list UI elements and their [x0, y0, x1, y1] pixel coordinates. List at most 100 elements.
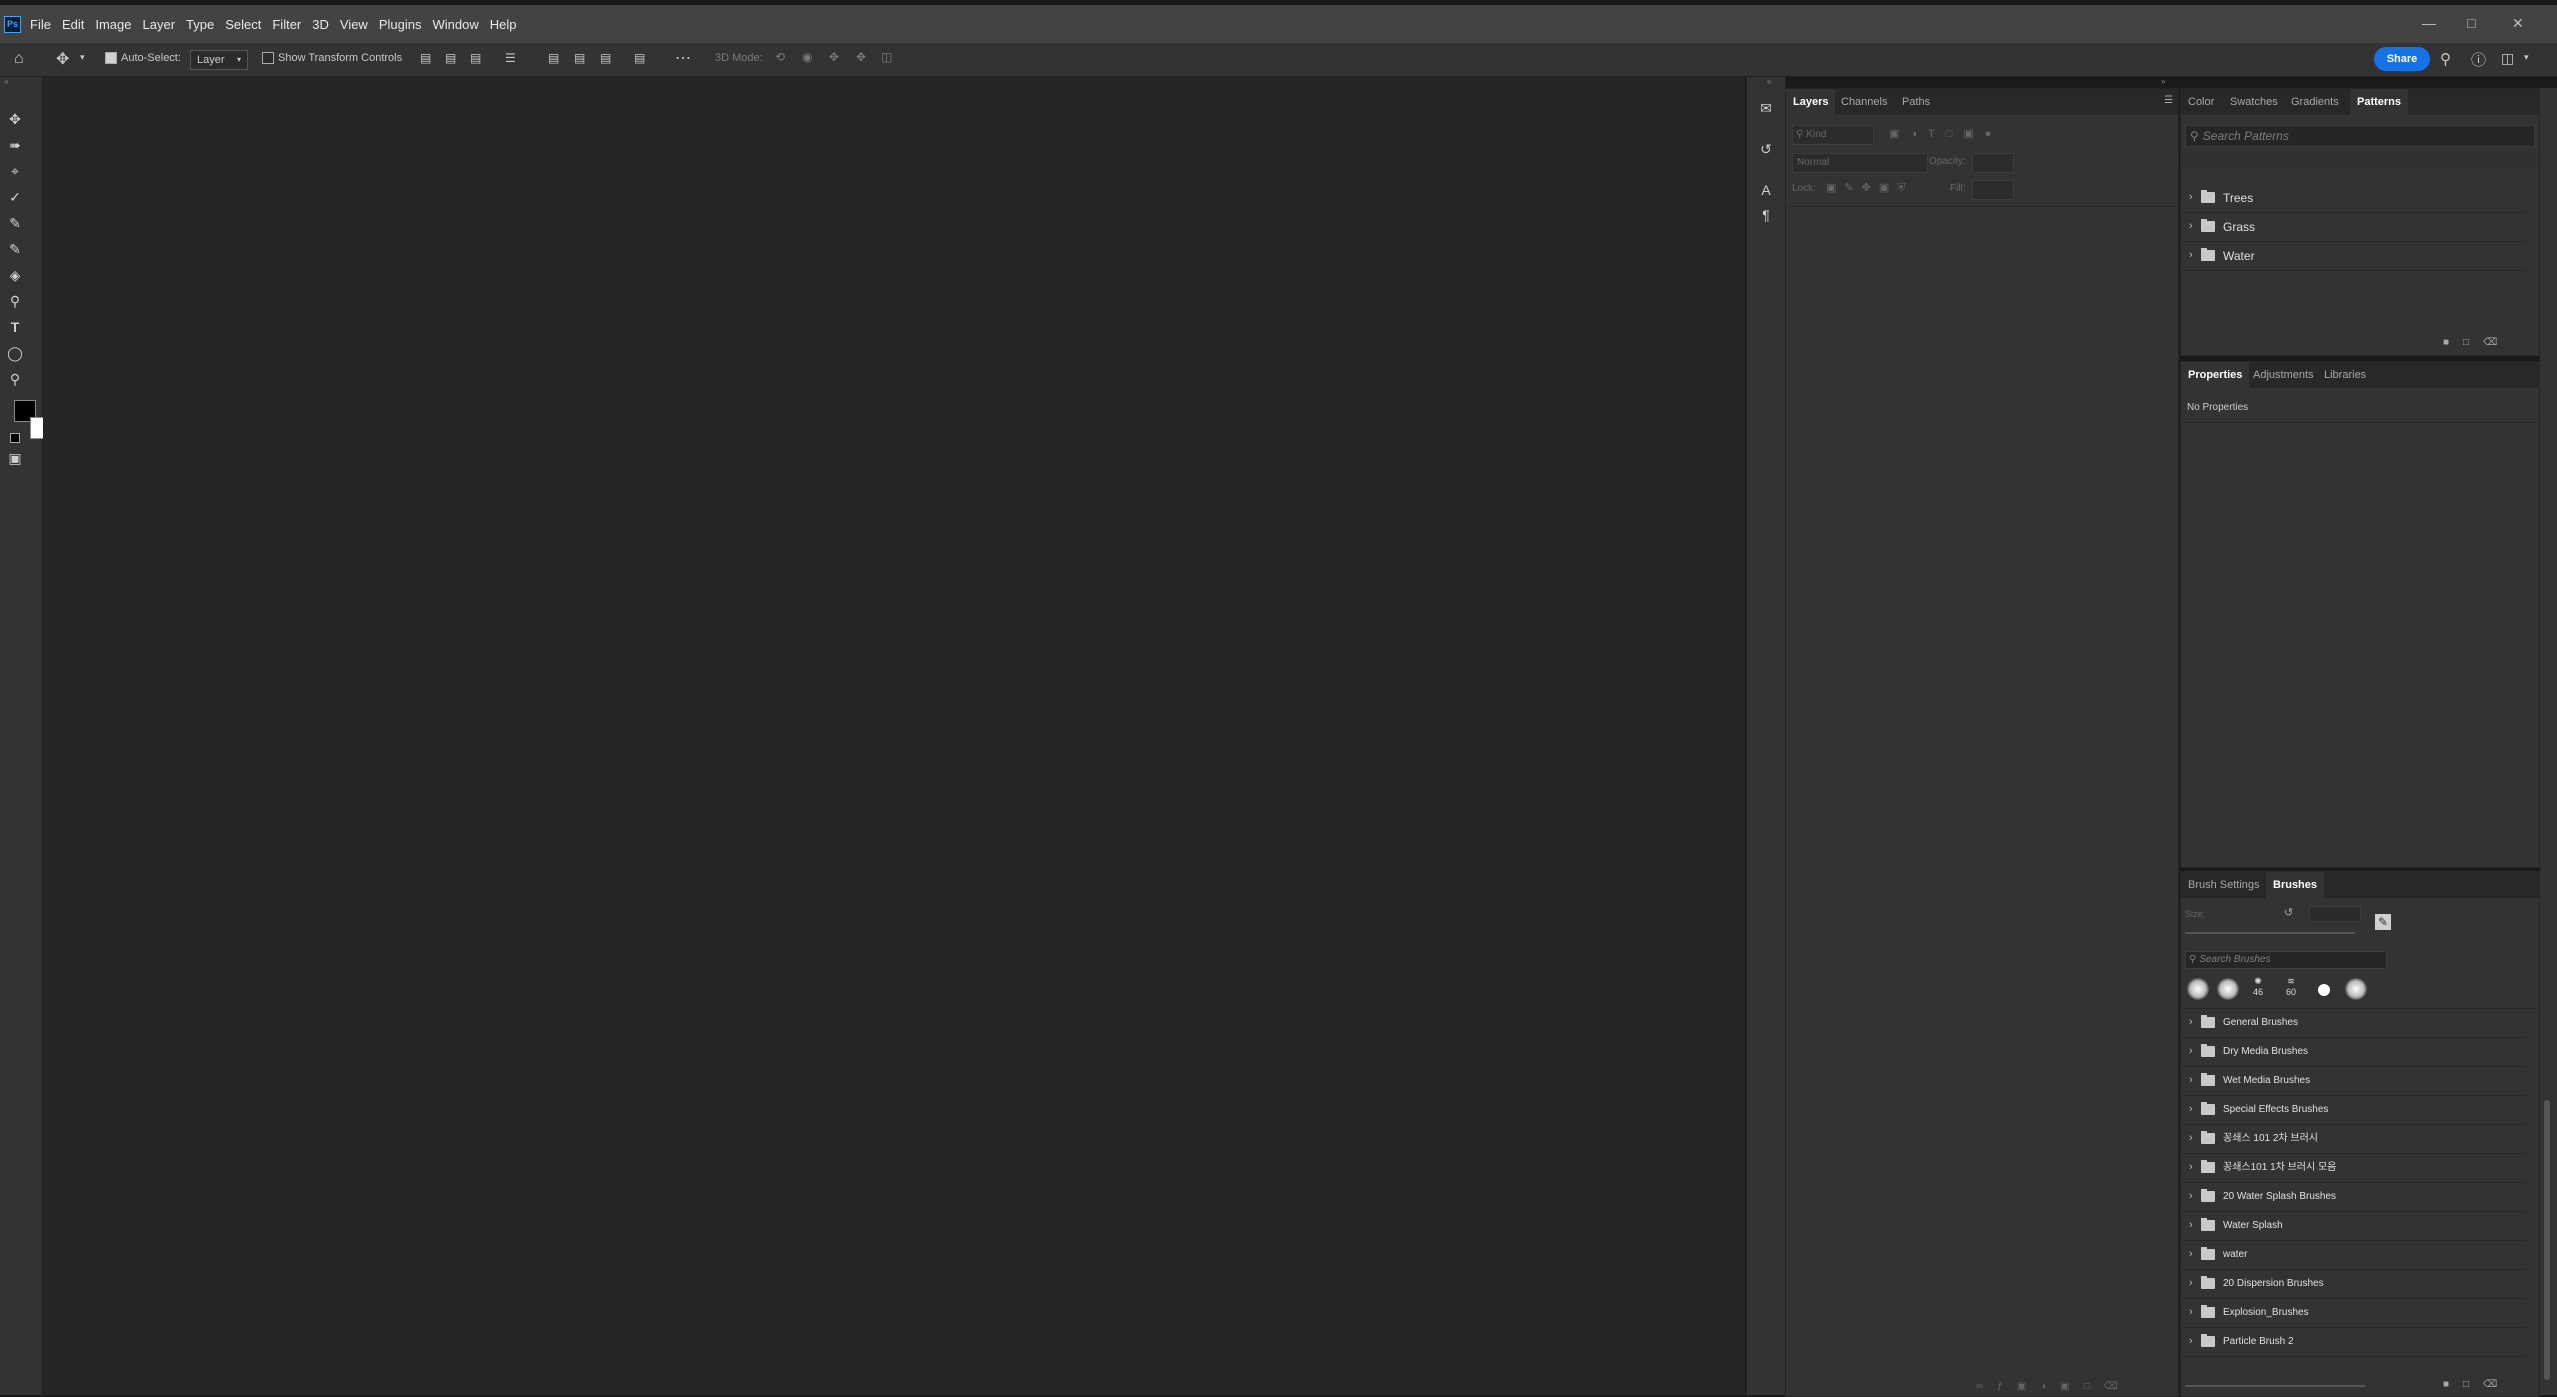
- menu-3d[interactable]: 3D: [312, 17, 329, 32]
- checkbox-icon[interactable]: [262, 52, 274, 64]
- search-icon[interactable]: ⚲: [2440, 50, 2451, 68]
- paint-bucket-icon[interactable]: ◈: [4, 264, 26, 286]
- chevron-right-icon[interactable]: ›: [2189, 1103, 2193, 1115]
- auto-select-target-dropdown[interactable]: Layer ▾: [190, 50, 248, 70]
- chevron-right-icon[interactable]: ›: [2189, 1074, 2193, 1086]
- brush-folder-row[interactable]: › 꽁쇄스101 1차 브러시 모음: [2181, 1154, 2526, 1183]
- brush-folder-row[interactable]: › water: [2181, 1241, 2526, 1270]
- menu-window[interactable]: Window: [432, 17, 478, 32]
- help-icon[interactable]: ⓘ: [2471, 49, 2486, 70]
- more-options-icon[interactable]: ⋯: [675, 48, 691, 68]
- brush-folder-row[interactable]: › General Brushes: [2181, 1009, 2526, 1038]
- brush-tip-spatter[interactable]: ✺ 46: [2248, 976, 2268, 997]
- panel-menu-icon[interactable]: ☰: [2164, 96, 2174, 106]
- opacity-input[interactable]: [1972, 153, 2014, 173]
- brush-tip-soft-round[interactable]: [2187, 978, 2209, 1000]
- chevron-right-icon[interactable]: ›: [2189, 1335, 2193, 1347]
- brush-folder-row[interactable]: › Particle Brush 2: [2181, 1328, 2526, 1357]
- menu-type[interactable]: Type: [186, 17, 214, 32]
- tab-properties[interactable]: Properties: [2181, 362, 2250, 388]
- tab-brushes[interactable]: Brushes: [2266, 872, 2325, 898]
- tab-layers[interactable]: Layers: [1786, 89, 1836, 115]
- chevron-right-icon[interactable]: ›: [2189, 249, 2193, 261]
- close-icon[interactable]: ✕: [2512, 15, 2524, 32]
- fill-input[interactable]: [1972, 180, 2014, 200]
- align-bottom-icon[interactable]: ▤: [600, 51, 611, 65]
- brush-folder-row[interactable]: › Special Effects Brushes: [2181, 1096, 2526, 1125]
- menu-view[interactable]: View: [340, 17, 368, 32]
- slide-3d-icon[interactable]: ✥: [856, 50, 866, 64]
- chevron-right-icon[interactable]: ›: [2189, 1161, 2193, 1173]
- tab-channels[interactable]: Channels: [1834, 89, 1894, 115]
- roll-3d-icon[interactable]: ◉: [802, 50, 812, 64]
- tab-paths[interactable]: Paths: [1895, 89, 1937, 115]
- size-input[interactable]: [2309, 906, 2361, 922]
- brush-search-input[interactable]: ⚲ Search Brushes: [2185, 951, 2387, 969]
- tab-gradients[interactable]: Gradients: [2284, 89, 2346, 115]
- move-tool-preset-icon[interactable]: ✥: [56, 49, 69, 69]
- brush-tip-soft-round-large[interactable]: [2217, 978, 2239, 1000]
- blend-mode-dropdown[interactable]: Normal: [1792, 153, 1928, 173]
- distribute-vertical-icon[interactable]: ☰: [505, 51, 516, 65]
- menu-layer[interactable]: Layer: [143, 17, 176, 32]
- paragraph-icon[interactable]: ¶: [1757, 207, 1775, 225]
- comments-icon[interactable]: ✉: [1757, 100, 1775, 118]
- tab-adjustments[interactable]: Adjustments: [2246, 362, 2321, 388]
- chevron-right-icon[interactable]: ›: [2189, 1016, 2193, 1028]
- brush-tip-soft-round-2[interactable]: [2345, 978, 2367, 1000]
- pattern-folder-row[interactable]: › Trees: [2181, 184, 2526, 213]
- home-icon[interactable]: ⌂: [14, 50, 24, 68]
- align-center-horizontal-icon[interactable]: ▤: [445, 51, 456, 65]
- share-button[interactable]: Share: [2374, 47, 2430, 71]
- tab-swatches[interactable]: Swatches: [2223, 89, 2285, 115]
- tab-libraries[interactable]: Libraries: [2317, 362, 2373, 388]
- pan-3d-icon[interactable]: ✥: [829, 50, 839, 64]
- chevron-right-icon[interactable]: ›: [2189, 1190, 2193, 1202]
- auto-select-checkbox[interactable]: Auto-Select:: [105, 52, 181, 64]
- distribute-horizontal-icon[interactable]: ▤: [634, 51, 645, 65]
- move-tool-icon[interactable]: ✥: [4, 108, 26, 130]
- layer-filter-icons[interactable]: ▣◑T□▣●: [1889, 127, 2002, 140]
- menu-file[interactable]: File: [30, 17, 51, 32]
- type-tool-icon[interactable]: T: [4, 316, 26, 338]
- menu-image[interactable]: Image: [95, 17, 131, 32]
- brush-tool-icon[interactable]: ✎: [4, 212, 26, 234]
- pattern-search-input[interactable]: ⚲ Search Patterns: [2185, 125, 2535, 147]
- brush-folder-row[interactable]: › 20 Dispersion Brushes: [2181, 1270, 2526, 1299]
- brush-tip-hard-round[interactable]: [2318, 984, 2330, 996]
- new-brush-icon[interactable]: ✎: [2375, 914, 2391, 930]
- zoom-tool-icon[interactable]: ⚲: [4, 368, 26, 390]
- chevron-right-icon[interactable]: ›: [2189, 1306, 2193, 1318]
- layer-filter-kind[interactable]: ⚲ Kind: [1792, 125, 1874, 145]
- chevron-right-icon[interactable]: ›: [2189, 191, 2193, 203]
- chevron-right-icon[interactable]: ›: [2189, 1219, 2193, 1231]
- align-left-icon[interactable]: ▤: [420, 51, 431, 65]
- menu-plugins[interactable]: Plugins: [379, 17, 422, 32]
- workspace-icon[interactable]: ◫: [2501, 50, 2514, 67]
- orbit-3d-icon[interactable]: ⟲: [775, 50, 785, 64]
- collapse-toolbar-icon[interactable]: «: [4, 77, 8, 86]
- brush-folder-row[interactable]: › Explosion_Brushes: [2181, 1299, 2526, 1328]
- brush-folder-row[interactable]: › Wet Media Brushes: [2181, 1067, 2526, 1096]
- quick-mask-icon[interactable]: ▣: [4, 447, 26, 469]
- document-canvas[interactable]: [43, 77, 1745, 1395]
- expand-panels-icon[interactable]: «: [1767, 77, 1771, 86]
- tab-brush-settings[interactable]: Brush Settings: [2181, 872, 2267, 898]
- scrollbar-thumb[interactable]: [2544, 1100, 2550, 1380]
- crop-tool-icon[interactable]: ⌖: [4, 160, 26, 182]
- align-right-icon[interactable]: ▤: [470, 51, 481, 65]
- maximize-icon[interactable]: □: [2467, 15, 2475, 31]
- dodge-tool-icon[interactable]: ⚲: [4, 290, 26, 312]
- ellipse-tool-icon[interactable]: ◯: [4, 342, 26, 364]
- chevron-down-icon[interactable]: ▾: [2524, 52, 2529, 63]
- align-middle-vertical-icon[interactable]: ▤: [574, 51, 585, 65]
- pattern-folder-row[interactable]: › Water: [2181, 242, 2526, 271]
- menu-select[interactable]: Select: [225, 17, 261, 32]
- menu-help[interactable]: Help: [490, 17, 517, 32]
- lasso-tool-icon[interactable]: ➠: [4, 134, 26, 156]
- tab-color[interactable]: Color: [2181, 89, 2221, 115]
- chevron-right-icon[interactable]: ›: [2189, 220, 2193, 232]
- collapse-panel-icon[interactable]: »: [2161, 77, 2165, 86]
- history-brush-icon[interactable]: ✎: [4, 238, 26, 260]
- chevron-down-icon[interactable]: ▾: [80, 52, 85, 63]
